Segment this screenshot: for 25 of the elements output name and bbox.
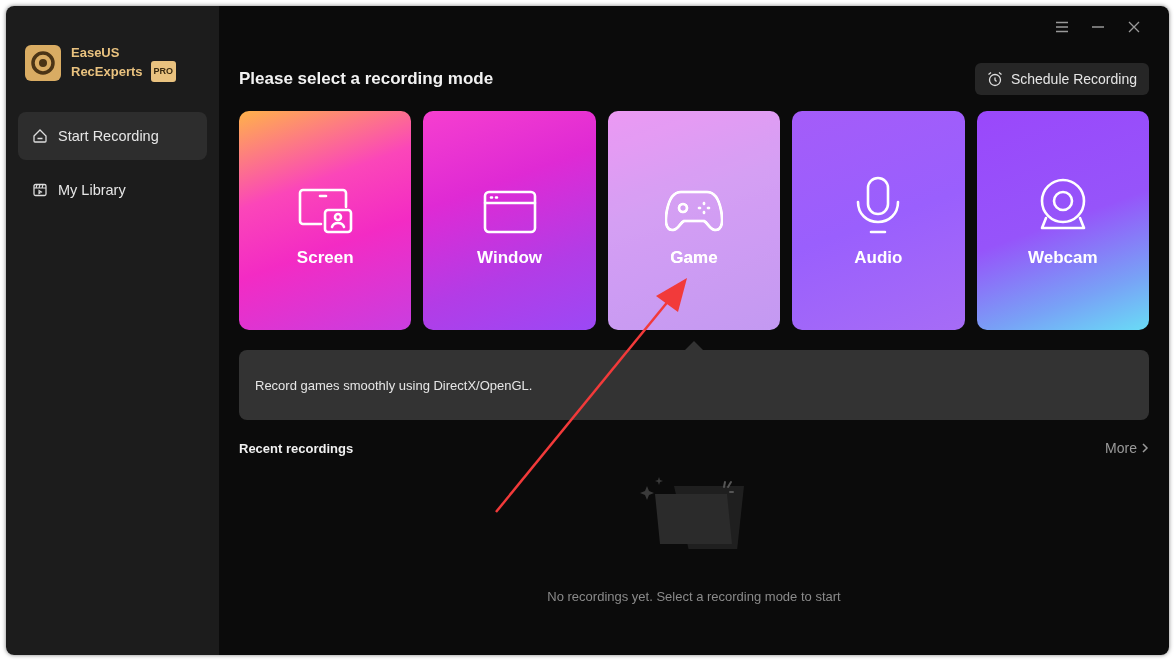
sidebar-item[interactable]: Start Recording (18, 112, 207, 160)
home-icon (32, 128, 48, 144)
menu-icon[interactable] (1055, 20, 1069, 34)
mode-card[interactable]: Window (423, 111, 596, 330)
pro-badge: PRO (150, 61, 177, 82)
chevron-right-icon (1141, 442, 1149, 454)
microphone-icon (855, 175, 902, 234)
mode-description: Record games smoothly using DirectX/OpenGL. (255, 377, 533, 393)
mode-card[interactable]: Audio (792, 111, 965, 330)
mode-card[interactable]: Webcam (976, 111, 1149, 330)
more-link[interactable]: More (1105, 440, 1149, 456)
schedule-recording-button[interactable]: Schedule Recording (974, 63, 1149, 95)
sidebar-item[interactable]: My Library (18, 166, 207, 214)
section-title: Recent recordings (239, 440, 354, 456)
app-logo-icon (25, 45, 61, 81)
app-name: RecExperts (71, 63, 143, 80)
page-title: Please select a recording mode (239, 69, 494, 89)
browser-window-icon (482, 189, 537, 234)
app-name: EaseUS (71, 44, 121, 61)
close-icon[interactable] (1127, 20, 1141, 34)
mode-card[interactable]: Screen (239, 111, 412, 330)
clapperboard-icon (32, 182, 48, 198)
empty-state-message: No recordings yet. Select a recording mode to start (547, 589, 841, 604)
alarm-clock-icon (986, 71, 1003, 87)
screen-icon (297, 187, 354, 234)
